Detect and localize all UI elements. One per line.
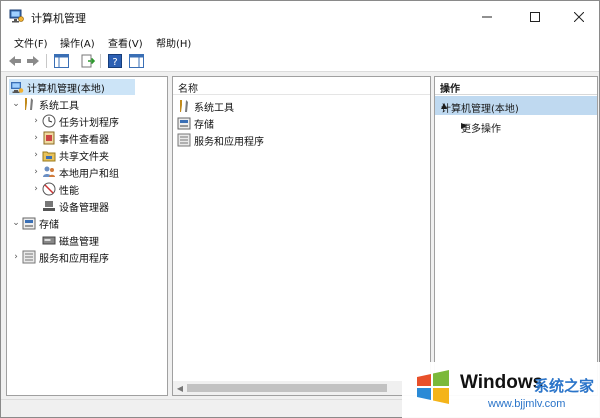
performance-icon (41, 182, 56, 196)
storage-icon (21, 216, 36, 230)
tree-item-computer-management[interactable]: 计算机管理(本地) (9, 79, 135, 95)
users-icon (41, 165, 56, 179)
export-list-icon (81, 54, 95, 68)
watermark-url: www.bjjmlv.com (488, 398, 566, 410)
help-icon: ? (108, 54, 122, 68)
tree-item-local-users-groups[interactable]: › 本地用户和组 (31, 164, 119, 180)
list-item[interactable]: 存储 (176, 115, 214, 131)
menu-bar: 文件(F) 操作(A) 查看(V) 帮助(H) (1, 32, 599, 50)
storage-icon (176, 116, 191, 130)
expander-expanded-icon[interactable]: ⌄ (11, 215, 21, 231)
actions-pane: 操作 计算机管理(本地) ▲ 更多操作 ▶ (434, 76, 598, 396)
tree-item-system-tools[interactable]: ⌄ 系统工具 (11, 96, 79, 112)
tools-icon (176, 99, 191, 113)
console-tree-icon (53, 54, 69, 68)
result-list-pane[interactable]: 名称 系统工具 存储 服务和应用程序 ◀ (172, 76, 431, 396)
expander-none (31, 232, 41, 248)
submenu-arrow-icon: ▶ (461, 121, 468, 130)
expander-collapsed-icon[interactable]: › (31, 130, 41, 146)
menu-view[interactable]: 查看(V) (108, 35, 143, 50)
services-icon (21, 250, 36, 264)
device-manager-icon (41, 199, 56, 213)
show-hide-action-pane-button[interactable] (128, 53, 144, 69)
show-hide-console-tree-button[interactable] (53, 53, 69, 69)
scroll-left-icon[interactable]: ◀ (175, 383, 185, 393)
horizontal-scrollbar[interactable]: ◀ (173, 381, 430, 395)
close-button[interactable] (557, 1, 600, 32)
expander-collapsed-icon[interactable]: › (31, 147, 41, 163)
menu-action[interactable]: 操作(A) (60, 35, 95, 50)
tree-item-services-applications[interactable]: › 服务和应用程序 (11, 249, 109, 265)
title-bar[interactable]: 计算机管理 (1, 1, 599, 32)
disk-icon (41, 233, 56, 247)
expander-none (31, 198, 41, 214)
expander-collapsed-icon[interactable]: › (31, 113, 41, 129)
help-button[interactable]: ? (107, 53, 123, 69)
computer-management-window: 计算机管理 文件(F) 操作(A) 查看(V) 帮助(H) ? 计算机管理(本地… (0, 0, 600, 418)
maximize-button[interactable] (513, 1, 557, 32)
tree-item-shared-folders[interactable]: › 共享文件夹 (31, 147, 109, 163)
toolbar-separator (46, 54, 47, 68)
clock-icon (41, 114, 56, 128)
console-tree-pane[interactable]: 计算机管理(本地) ⌄ 系统工具 › 任务计划程序 › 事件查看器 › 共享文件… (6, 76, 168, 396)
menu-help[interactable]: 帮助(H) (156, 35, 191, 50)
expander-collapsed-icon[interactable]: › (31, 164, 41, 180)
tree-item-device-manager[interactable]: 设备管理器 (31, 198, 109, 214)
watermark: Windows 系统之家 www.bjjmlv.com (402, 362, 600, 418)
list-item[interactable]: 服务和应用程序 (176, 132, 264, 148)
back-arrow-icon (9, 56, 21, 66)
list-item[interactable]: 系统工具 (176, 98, 234, 114)
tree-item-task-scheduler[interactable]: › 任务计划程序 (31, 113, 119, 129)
expander-collapsed-icon[interactable]: › (11, 249, 21, 265)
scrollbar-thumb[interactable] (187, 384, 387, 392)
services-icon (176, 133, 191, 147)
export-list-button[interactable] (80, 53, 96, 69)
svg-text:?: ? (112, 57, 117, 68)
windows-logo-icon (417, 370, 449, 404)
watermark-brand-cn: 系统之家 (534, 377, 595, 395)
tree-item-event-viewer[interactable]: › 事件查看器 (31, 130, 109, 146)
tree-item-storage[interactable]: ⌄ 存储 (11, 215, 59, 231)
expander-expanded-icon[interactable]: ⌄ (11, 96, 21, 112)
forward-arrow-icon (27, 56, 39, 66)
toolbar-separator (100, 54, 101, 68)
window-title: 计算机管理 (31, 12, 86, 25)
tree-item-performance[interactable]: › 性能 (31, 181, 79, 197)
forward-button[interactable] (25, 53, 41, 69)
watermark-brand: Windows (460, 372, 544, 393)
minimize-button[interactable] (465, 1, 509, 32)
more-actions-item[interactable]: 更多操作 ▶ (435, 117, 597, 135)
expander-collapsed-icon[interactable]: › (31, 181, 41, 197)
tree-item-disk-management[interactable]: 磁盘管理 (31, 232, 99, 248)
minimize-icon (482, 16, 492, 17)
actions-section-computer-management[interactable]: 计算机管理(本地) ▲ (435, 96, 597, 115)
collapse-up-icon[interactable]: ▲ (441, 101, 589, 110)
menu-file[interactable]: 文件(F) (14, 35, 48, 50)
tools-icon (21, 97, 36, 111)
computer-management-icon (9, 9, 24, 23)
close-icon (574, 11, 584, 22)
event-viewer-icon (41, 131, 56, 145)
action-pane-icon (128, 54, 144, 68)
shared-folder-icon (41, 148, 56, 162)
toolbar: ? (1, 50, 599, 72)
column-header-name[interactable]: 名称 (173, 77, 430, 95)
computer-management-icon (9, 80, 24, 94)
back-button[interactable] (7, 53, 23, 69)
maximize-icon (530, 11, 540, 22)
actions-pane-title: 操作 (435, 77, 597, 95)
